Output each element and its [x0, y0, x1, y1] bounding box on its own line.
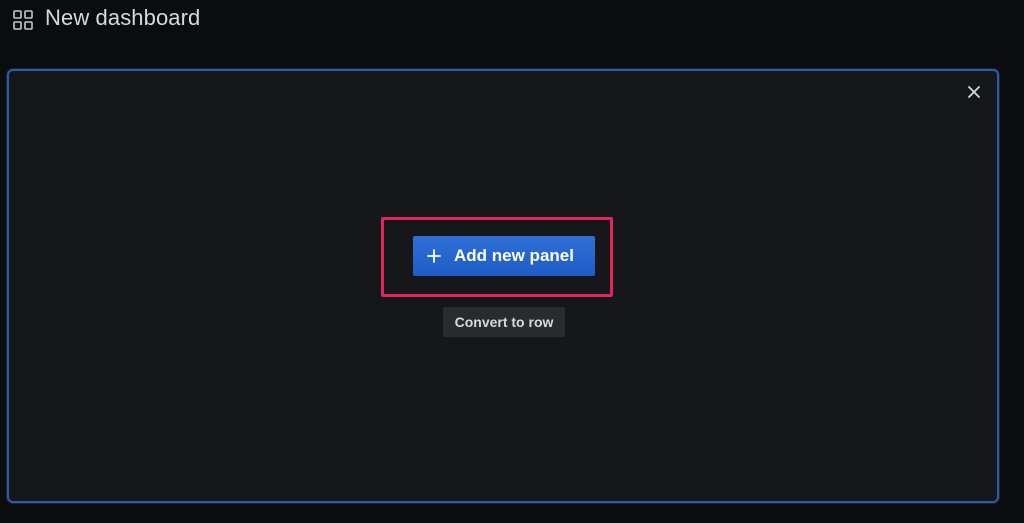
convert-to-row-button[interactable]: Convert to row [443, 307, 565, 337]
add-new-panel-button[interactable]: Add new panel [413, 236, 595, 276]
plus-icon [427, 249, 441, 263]
new-panel-placeholder: Add new panel Convert to row [7, 69, 999, 503]
dashboard-page: New dashboard Add new panel Convert to r… [0, 0, 1024, 523]
grid-icon[interactable] [13, 10, 33, 30]
convert-to-row-label: Convert to row [454, 314, 554, 330]
dashboard-title[interactable]: New dashboard [45, 5, 200, 31]
close-icon[interactable] [965, 83, 983, 101]
add-new-panel-label: Add new panel [454, 246, 574, 265]
